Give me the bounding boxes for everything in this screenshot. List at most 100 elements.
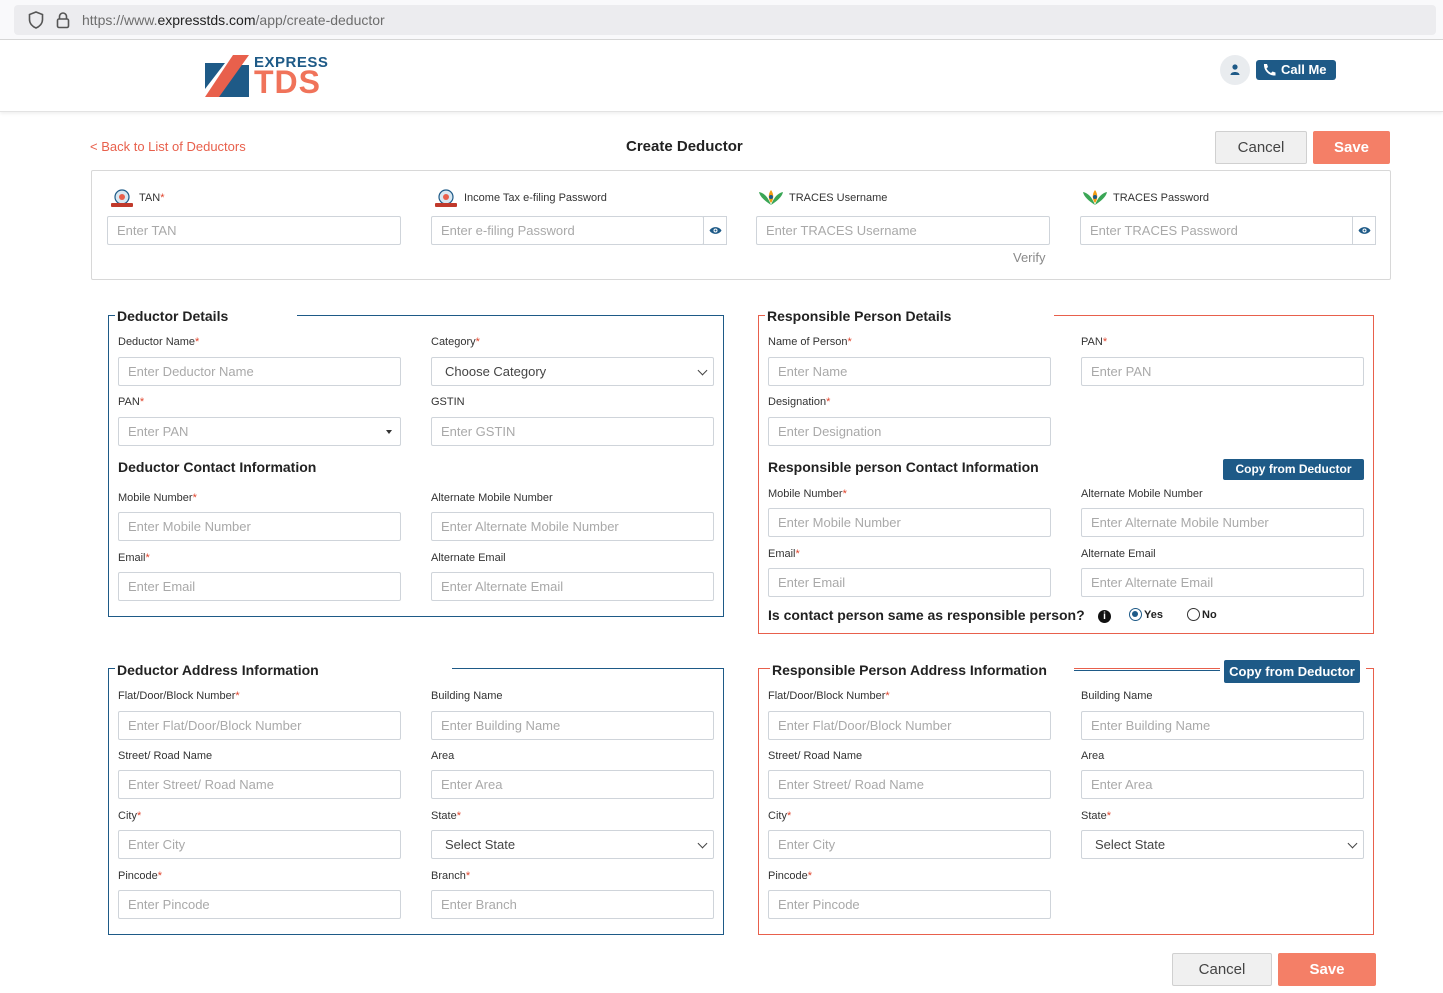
responsible-address-title: Responsible Person Address Information <box>770 662 1074 678</box>
save-button-bottom[interactable]: Save <box>1278 953 1376 986</box>
show-traces-password-button[interactable] <box>1352 216 1376 245</box>
deductor-alt-email-input[interactable]: Enter Alternate Email <box>431 572 714 601</box>
user-avatar[interactable] <box>1220 55 1250 85</box>
person-pincode-input[interactable]: Enter Pincode <box>768 890 1051 919</box>
person-name-label: Name of Person* <box>768 336 852 348</box>
same-person-yes-radio[interactable] <box>1129 608 1142 621</box>
gstin-label: GSTIN <box>431 396 465 408</box>
deductor-email-input[interactable]: Enter Email <box>118 572 401 601</box>
efiling-password-label: Income Tax e-filing Password <box>464 192 607 204</box>
person-mobile-label: Mobile Number* <box>768 488 847 500</box>
browser-toolbar: https://www.expresstds.com/app/create-de… <box>0 0 1443 40</box>
save-button-top[interactable]: Save <box>1313 131 1390 164</box>
same-person-yes-label: Yes <box>1144 609 1163 621</box>
same-person-no-radio[interactable] <box>1187 608 1200 621</box>
info-icon[interactable]: i <box>1098 610 1111 623</box>
person-flat-input[interactable]: Enter Flat/Door/Block Number <box>768 711 1051 740</box>
deductor-contact-title: Deductor Contact Information <box>118 459 317 475</box>
deductor-state-label: State* <box>431 810 461 822</box>
deductor-pincode-label: Pincode* <box>118 870 163 882</box>
deductor-flat-input[interactable]: Enter Flat/Door/Block Number <box>118 711 401 740</box>
eye-icon <box>1358 227 1371 234</box>
deductor-state-select[interactable]: Select State <box>431 830 714 859</box>
deductor-mobile-label: Mobile Number* <box>118 492 197 504</box>
person-building-label: Building Name <box>1081 690 1153 702</box>
deductor-name-label: Deductor Name* <box>118 336 200 348</box>
person-flat-label: Flat/Door/Block Number* <box>768 690 890 702</box>
chevron-down-icon <box>697 365 708 376</box>
person-street-label: Street/ Road Name <box>768 750 863 762</box>
person-pincode-label: Pincode* <box>768 870 813 882</box>
deductor-alt-mobile-input[interactable]: Enter Alternate Mobile Number <box>431 512 714 541</box>
chevron-down-icon <box>1347 838 1358 849</box>
deductor-building-input[interactable]: Enter Building Name <box>431 711 714 740</box>
deductor-flat-label: Flat/Door/Block Number* <box>118 690 240 702</box>
expresstds-logo-icon[interactable] <box>205 55 249 97</box>
person-mobile-input[interactable]: Enter Mobile Number <box>768 508 1051 537</box>
tan-label: TAN* <box>139 192 165 204</box>
deductor-pan-input[interactable]: Enter PAN <box>118 417 401 446</box>
cancel-button-top[interactable]: Cancel <box>1215 131 1307 164</box>
deductor-alt-email-label: Alternate Email <box>431 552 506 564</box>
back-to-deductors-link[interactable]: < Back to List of Deductors <box>90 139 246 154</box>
phone-icon <box>1263 64 1276 76</box>
person-city-input[interactable]: Enter City <box>768 830 1051 859</box>
person-name-input[interactable]: Enter Name <box>768 357 1051 386</box>
copy-contact-from-deductor-button[interactable]: Copy from Deductor <box>1223 459 1364 480</box>
income-tax-emblem-icon <box>111 189 133 207</box>
deductor-pincode-input[interactable]: Enter Pincode <box>118 890 401 919</box>
income-tax-emblem-icon <box>435 189 457 207</box>
person-alt-email-input[interactable]: Enter Alternate Email <box>1081 568 1364 597</box>
logo-text-tds: TDS <box>254 64 321 100</box>
category-select[interactable]: Choose Category <box>431 357 714 386</box>
person-state-select[interactable]: Select State <box>1081 830 1364 859</box>
eye-icon <box>709 227 722 234</box>
address-bar[interactable]: https://www.expresstds.com/app/create-de… <box>14 5 1436 35</box>
designation-input[interactable]: Enter Designation <box>768 417 1051 446</box>
person-building-input[interactable]: Enter Building Name <box>1081 711 1364 740</box>
page-title: Create Deductor <box>626 138 743 155</box>
deductor-area-input[interactable]: Enter Area <box>431 770 714 799</box>
person-alt-mobile-label: Alternate Mobile Number <box>1081 488 1203 500</box>
deductor-area-label: Area <box>431 750 455 762</box>
efiling-password-input[interactable]: Enter e-filing Password <box>431 216 704 245</box>
deductor-name-input[interactable]: Enter Deductor Name <box>118 357 401 386</box>
gstin-input[interactable]: Enter GSTIN <box>431 417 714 446</box>
title-rule <box>1074 670 1222 671</box>
deductor-branch-label: Branch* <box>431 870 471 882</box>
person-street-input[interactable]: Enter Street/ Road Name <box>768 770 1051 799</box>
person-alt-email-label: Alternate Email <box>1081 548 1156 560</box>
same-person-no-label: No <box>1202 609 1217 621</box>
person-pan-label: PAN* <box>1081 336 1108 348</box>
traces-logo-icon <box>759 190 783 205</box>
user-icon <box>1230 64 1240 75</box>
tan-input[interactable]: Enter TAN <box>107 216 401 245</box>
copy-address-from-deductor-button[interactable]: Copy from Deductor <box>1224 660 1360 683</box>
responsible-contact-title: Responsible person Contact Information <box>768 459 1039 475</box>
traces-password-label: TRACES Password <box>1113 192 1209 204</box>
call-me-label: Call Me <box>1281 62 1327 77</box>
deductor-mobile-input[interactable]: Enter Mobile Number <box>118 512 401 541</box>
person-area-input[interactable]: Enter Area <box>1081 770 1364 799</box>
deductor-branch-input[interactable]: Enter Branch <box>431 890 714 919</box>
responsible-person-title: Responsible Person Details <box>765 308 1054 324</box>
deductor-street-input[interactable]: Enter Street/ Road Name <box>118 770 401 799</box>
verify-link[interactable]: Verify <box>1013 250 1046 265</box>
person-email-label: Email* <box>768 548 800 560</box>
person-alt-mobile-input[interactable]: Enter Alternate Mobile Number <box>1081 508 1364 537</box>
deductor-city-input[interactable]: Enter City <box>118 830 401 859</box>
caret-down-icon <box>386 430 392 434</box>
person-pan-input[interactable]: Enter PAN <box>1081 357 1364 386</box>
show-efiling-password-button[interactable] <box>703 216 727 245</box>
deductor-street-label: Street/ Road Name <box>118 750 213 762</box>
call-me-button[interactable]: Call Me <box>1256 60 1336 80</box>
deductor-alt-mobile-label: Alternate Mobile Number <box>431 492 553 504</box>
deductor-city-label: City* <box>118 810 142 822</box>
deductor-building-label: Building Name <box>431 690 503 702</box>
traces-password-input[interactable]: Enter TRACES Password <box>1080 216 1354 245</box>
designation-label: Designation* <box>768 396 831 408</box>
cancel-button-bottom[interactable]: Cancel <box>1172 953 1272 986</box>
person-email-input[interactable]: Enter Email <box>768 568 1051 597</box>
lock-icon <box>56 12 70 29</box>
traces-username-input[interactable]: Enter TRACES Username <box>756 216 1050 245</box>
